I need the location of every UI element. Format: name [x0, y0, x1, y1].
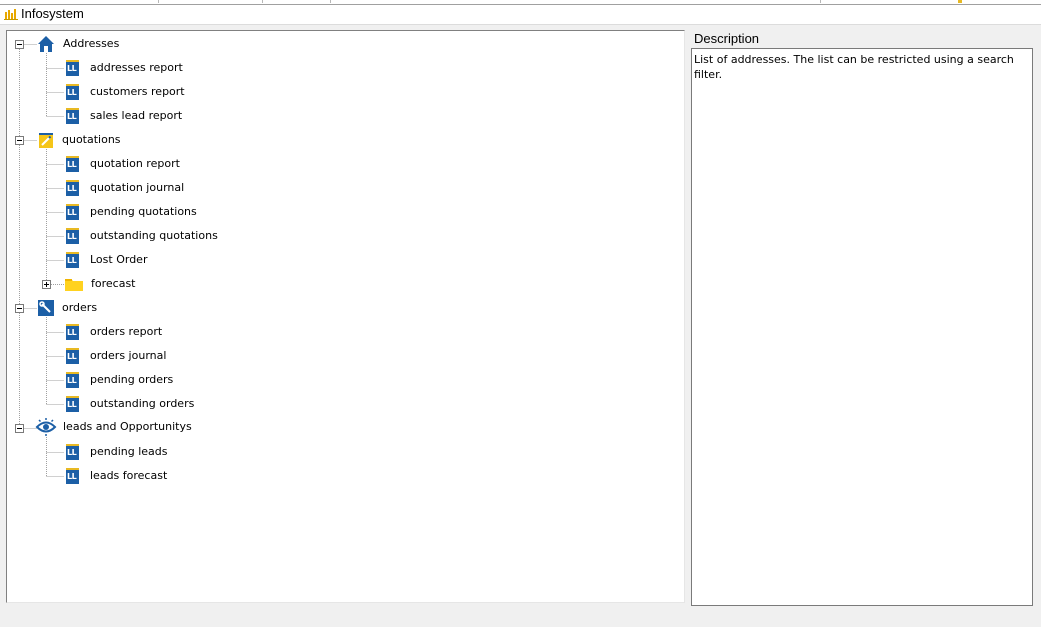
report-icon: LL	[66, 180, 79, 196]
collapse-toggle-quotations[interactable]	[15, 136, 24, 145]
report-icon: LL	[66, 108, 79, 124]
bar-chart-icon	[4, 8, 18, 20]
tree-group-quotations[interactable]: quotations	[38, 130, 123, 150]
report-icon: LL	[66, 228, 79, 244]
tree-item-quotation-journal[interactable]: LL quotation journal	[66, 178, 186, 198]
tree-item-pending-orders[interactable]: LL pending orders	[66, 370, 175, 390]
tree-group-label: leads and Opportunitys	[63, 420, 192, 433]
tree-folder-forecast[interactable]: forecast	[64, 274, 137, 294]
tree-item-sales-lead-report[interactable]: LL sales lead report	[66, 106, 184, 126]
eye-icon	[35, 418, 57, 436]
tree-item-label: customers report	[90, 85, 185, 98]
tree-item-label: Lost Order	[90, 253, 148, 266]
tree-group-addresses[interactable]: Addresses	[37, 34, 121, 54]
tree-item-addresses-report[interactable]: LL addresses report	[66, 58, 185, 78]
tree-item-lost-order[interactable]: LL Lost Order	[66, 250, 149, 270]
title-bar: Infosystem	[0, 5, 1041, 25]
report-icon: LL	[66, 60, 79, 76]
collapse-toggle-leads[interactable]	[15, 424, 24, 433]
tree-item-outstanding-quotations[interactable]: LL outstanding quotations	[66, 226, 220, 246]
tree-group-label: quotations	[62, 133, 121, 146]
report-icon: LL	[66, 396, 79, 412]
tree-item-pending-leads[interactable]: LL pending leads	[66, 442, 170, 462]
tree-item-label: leads forecast	[90, 469, 168, 482]
description-heading: Description	[694, 31, 760, 46]
collapse-toggle-orders[interactable]	[15, 304, 24, 313]
report-icon: LL	[66, 204, 79, 220]
tree-item-label: sales lead report	[90, 109, 183, 122]
tree-item-label: addresses report	[90, 61, 183, 74]
tree-item-leads-forecast[interactable]: LL leads forecast	[66, 466, 169, 486]
report-icon: LL	[66, 372, 79, 388]
tree-item-orders-report[interactable]: LL orders report	[66, 322, 164, 342]
description-panel[interactable]: List of addresses. The list can be restr…	[691, 48, 1033, 606]
tree-item-quotation-report[interactable]: LL quotation report	[66, 154, 182, 174]
report-icon: LL	[66, 468, 79, 484]
report-icon: LL	[66, 348, 79, 364]
report-icon: LL	[66, 156, 79, 172]
report-icon: LL	[66, 444, 79, 460]
wrench-icon	[38, 300, 54, 316]
tree-group-label: orders	[62, 301, 98, 314]
folder-icon	[65, 279, 83, 291]
collapse-toggle-addresses[interactable]	[15, 40, 24, 49]
tree-item-label: quotation report	[90, 157, 180, 170]
tree-folder-label: forecast	[91, 277, 136, 290]
tree-item-label: pending quotations	[90, 205, 197, 218]
window-title: Infosystem	[21, 6, 84, 21]
report-icon: LL	[66, 84, 79, 100]
house-icon	[38, 36, 54, 52]
tree-item-customers-report[interactable]: LL customers report	[66, 82, 187, 102]
tree-item-label: outstanding quotations	[90, 229, 218, 242]
tree-group-orders[interactable]: orders	[38, 298, 99, 318]
report-icon: LL	[66, 324, 79, 340]
tree-item-label: quotation journal	[90, 181, 185, 194]
report-icon: LL	[66, 252, 79, 268]
report-tree[interactable]: Addresses LL addresses report LL custome…	[6, 30, 685, 603]
pencil-note-icon	[39, 133, 53, 148]
description-text: List of addresses. The list can be restr…	[694, 53, 1014, 81]
tree-item-label: orders report	[90, 325, 163, 338]
tree-item-orders-journal[interactable]: LL orders journal	[66, 346, 168, 366]
tree-group-label: Addresses	[63, 37, 120, 50]
tree-item-label: pending leads	[90, 445, 168, 458]
tree-group-leads[interactable]: leads and Opportunitys	[35, 417, 194, 437]
tree-item-label: outstanding orders	[90, 397, 195, 410]
tree-item-label: pending orders	[90, 373, 174, 386]
tree-item-label: orders journal	[90, 349, 167, 362]
tree-item-outstanding-orders[interactable]: LL outstanding orders	[66, 394, 196, 414]
tree-item-pending-quotations[interactable]: LL pending quotations	[66, 202, 199, 222]
expand-toggle-forecast[interactable]	[42, 280, 51, 289]
